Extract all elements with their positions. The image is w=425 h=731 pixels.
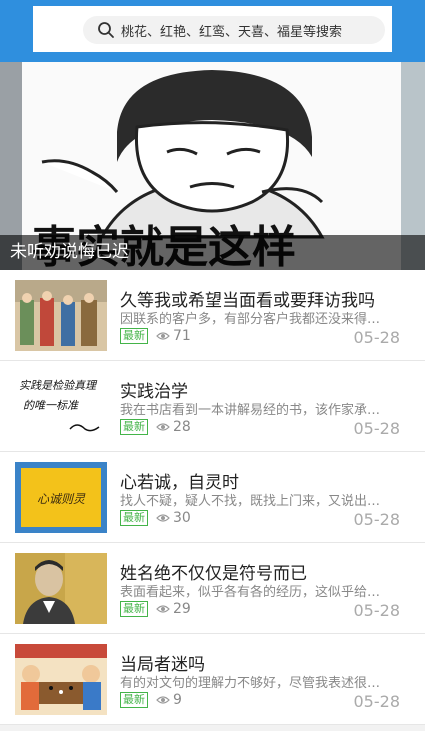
list-item[interactable]: 实践是检验真理 的唯一标准 实践治学 我在书店看到一本讲解易经的书，该作家承… … — [0, 361, 425, 452]
banner-caption: 未听劝说悔已迟 — [0, 235, 425, 270]
view-count: 29 — [173, 601, 191, 617]
article-thumbnail: 心诚则灵 — [15, 462, 107, 533]
article-date: 05-28 — [353, 692, 401, 711]
new-badge: 最新 — [120, 510, 148, 526]
article-date: 05-28 — [353, 601, 401, 620]
article-date: 05-28 — [353, 328, 401, 347]
search-input[interactable]: 桃花、红艳、红鸾、天喜、福星等搜索 — [83, 16, 385, 44]
search-icon — [97, 21, 115, 39]
article-date: 05-28 — [353, 419, 401, 438]
article-excerpt: 因联系的客户多，有部分客户我都还没来得… — [120, 312, 381, 327]
article-excerpt: 表面看起来，似乎各有各的经历，这似乎给… — [120, 585, 381, 600]
article-excerpt: 有的对文句的理解力不够好，尽管我表述很… — [120, 676, 381, 691]
article-thumbnail — [15, 553, 107, 624]
eye-icon — [156, 331, 170, 341]
article-excerpt: 找人不疑，疑人不找，既找上门来，又说出… — [120, 494, 381, 509]
search-box: 桃花、红艳、红鸾、天喜、福星等搜索 — [33, 6, 392, 52]
new-badge: 最新 — [120, 328, 148, 344]
view-count: 28 — [173, 419, 191, 435]
eye-icon — [156, 422, 170, 432]
list-item[interactable]: 久等我或希望当面看或要拜访我吗 因联系的客户多，有部分客户我都还没来得… 最新 … — [0, 270, 425, 361]
list-item[interactable]: 姓名绝不仅仅是符号而已 表面看起来，似乎各有各的经历，这似乎给… 最新 29 0… — [0, 543, 425, 634]
thumbnail-calligraphy-line-1: 实践是检验真理 — [19, 379, 98, 392]
thumbnail-calligraphy-line-2: 的唯一标准 — [23, 399, 80, 412]
article-thumbnail — [15, 644, 107, 715]
article-date: 05-28 — [353, 510, 401, 529]
banner-carousel[interactable]: 事实就是这样 未听劝说悔已迟 — [0, 62, 425, 270]
article-list: 久等我或希望当面看或要拜访我吗 因联系的客户多，有部分客户我都还没来得… 最新 … — [0, 270, 425, 725]
new-badge: 最新 — [120, 601, 148, 617]
article-excerpt: 我在书店看到一本讲解易经的书，该作家承… — [120, 403, 381, 418]
search-placeholder: 桃花、红艳、红鸾、天喜、福星等搜索 — [121, 24, 343, 40]
eye-icon — [156, 695, 170, 705]
thumbnail-calligraphy: 心诚则灵 — [37, 492, 86, 506]
article-thumbnail: 实践是检验真理 的唯一标准 — [15, 371, 107, 442]
list-item[interactable]: 当局者迷吗 有的对文句的理解力不够好，尽管我表述很… 最新 9 05-28 — [0, 634, 425, 725]
new-badge: 最新 — [120, 419, 148, 435]
top-bar: 桃花、红艳、红鸾、天喜、福星等搜索 — [0, 0, 425, 62]
view-count: 9 — [173, 692, 182, 708]
new-badge: 最新 — [120, 692, 148, 708]
article-thumbnail — [15, 280, 107, 351]
eye-icon — [156, 513, 170, 523]
view-count: 71 — [173, 328, 191, 344]
list-item[interactable]: 心诚则灵 心若诚，自灵时 找人不疑，疑人不找，既找上门来，又说出… 最新 30 … — [0, 452, 425, 543]
view-count: 30 — [173, 510, 191, 526]
eye-icon — [156, 604, 170, 614]
